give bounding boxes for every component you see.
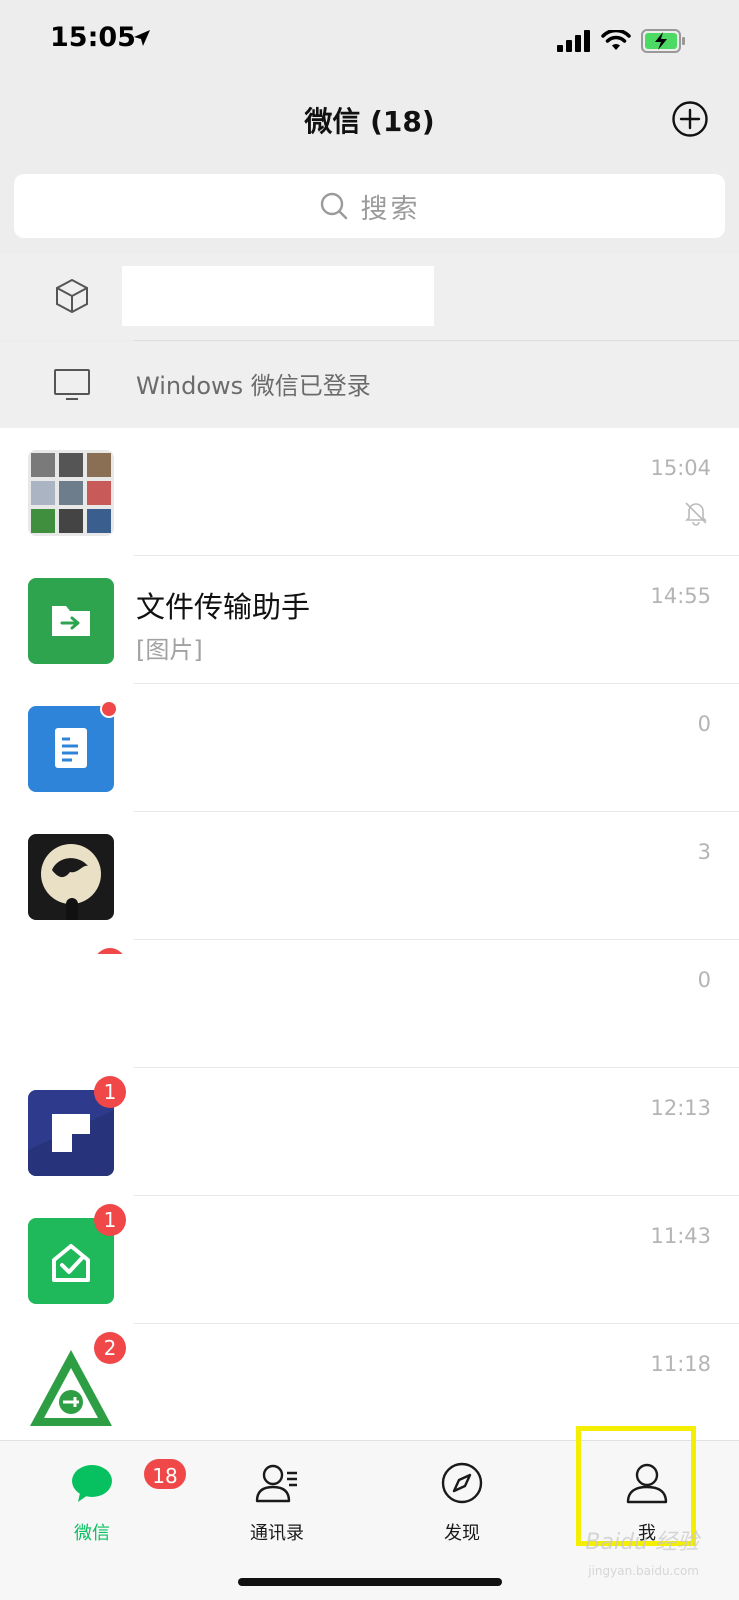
tab-label: 发现 xyxy=(444,1523,480,1544)
unread-badge: 1 xyxy=(94,1076,126,1108)
signal-icon xyxy=(557,30,590,52)
chat-item[interactable]: 0 xyxy=(0,684,739,812)
chat-time: 12:13 xyxy=(650,1096,711,1120)
chat-name: 文件传输助手 xyxy=(136,590,311,624)
chat-item[interactable]: 1 11:43 xyxy=(0,1196,739,1324)
document-icon xyxy=(55,728,87,768)
folder-arrow-icon xyxy=(52,606,90,636)
tab-contacts[interactable]: 通讯录 xyxy=(217,1455,337,1545)
mute-bell-icon xyxy=(685,502,707,526)
chat-item[interactable]: 15:04 xyxy=(0,428,739,556)
box-icon xyxy=(56,278,88,314)
chat-item[interactable]: 1 12:13 xyxy=(0,1068,739,1196)
search-input[interactable]: 搜索 xyxy=(14,174,725,238)
chat-bubble-icon xyxy=(72,1465,112,1502)
unread-badge: 2 xyxy=(94,1332,126,1364)
notice-row-windows-login[interactable]: Windows 微信已登录 xyxy=(0,342,739,428)
contacts-icon xyxy=(255,1464,297,1503)
group-avatar-grid-icon xyxy=(31,453,111,533)
redacted-text-block xyxy=(122,266,434,326)
watermark-sub: jingyan.baidu.com xyxy=(588,1564,699,1578)
chat-item[interactable]: 1 0 xyxy=(0,940,739,1068)
tab-label: 微信 xyxy=(74,1523,110,1544)
tab-discover[interactable]: 发现 xyxy=(402,1455,522,1545)
battery-charging-icon xyxy=(641,29,685,53)
status-time: 15:05 xyxy=(50,22,136,53)
tab-chats[interactable]: 18 微信 xyxy=(32,1455,188,1545)
unread-badge: 1 xyxy=(94,1204,126,1236)
tab-badge: 18 xyxy=(142,1457,188,1491)
home-indicator[interactable] xyxy=(238,1578,502,1586)
chat-time: 0 xyxy=(697,712,711,736)
chat-list: 15:04 文件传输助手 [图片] 14:55 0 3 0 1 12:13 1 … xyxy=(0,428,739,1440)
watermark: Baidu 经验 xyxy=(585,1530,699,1555)
search-icon xyxy=(320,192,347,220)
status-bar: 15:05 xyxy=(0,0,739,80)
chat-item[interactable]: 3 xyxy=(0,812,739,940)
tab-label: 通讯录 xyxy=(250,1523,304,1544)
chat-preview: [图片] xyxy=(136,636,203,664)
add-plus-icon[interactable] xyxy=(671,100,709,138)
file-transfer-avatar xyxy=(28,578,114,664)
monitor-icon xyxy=(54,369,90,400)
chat-item-file-transfer[interactable]: 文件传输助手 [图片] 14:55 xyxy=(0,556,739,684)
notice-text: Windows 微信已登录 xyxy=(136,372,371,400)
chat-time: 0 xyxy=(697,968,711,992)
chat-time: 3 xyxy=(697,840,711,864)
unread-dot xyxy=(100,700,118,718)
group-avatar xyxy=(28,450,114,536)
redacted-area xyxy=(22,954,739,1052)
status-icons xyxy=(557,26,687,56)
chat-time: 11:18 xyxy=(650,1352,711,1376)
moon-avatar xyxy=(28,834,114,920)
divider xyxy=(134,340,739,341)
compass-icon xyxy=(441,1462,483,1504)
chat-time: 11:43 xyxy=(650,1224,711,1248)
chat-time: 15:04 xyxy=(650,456,711,480)
wifi-icon xyxy=(601,30,631,50)
notice-row-miniprogram[interactable] xyxy=(0,254,739,340)
nav-bar: 微信 (18) xyxy=(0,80,739,160)
moon-silhouette-icon xyxy=(41,844,101,920)
search-placeholder: 搜索 xyxy=(360,193,421,225)
chat-time: 14:55 xyxy=(650,584,711,608)
chat-item[interactable]: 2 11:18 xyxy=(0,1324,739,1440)
location-arrow-icon xyxy=(134,30,150,46)
document-avatar xyxy=(28,706,114,792)
page-title: 微信 (18) xyxy=(304,105,435,138)
